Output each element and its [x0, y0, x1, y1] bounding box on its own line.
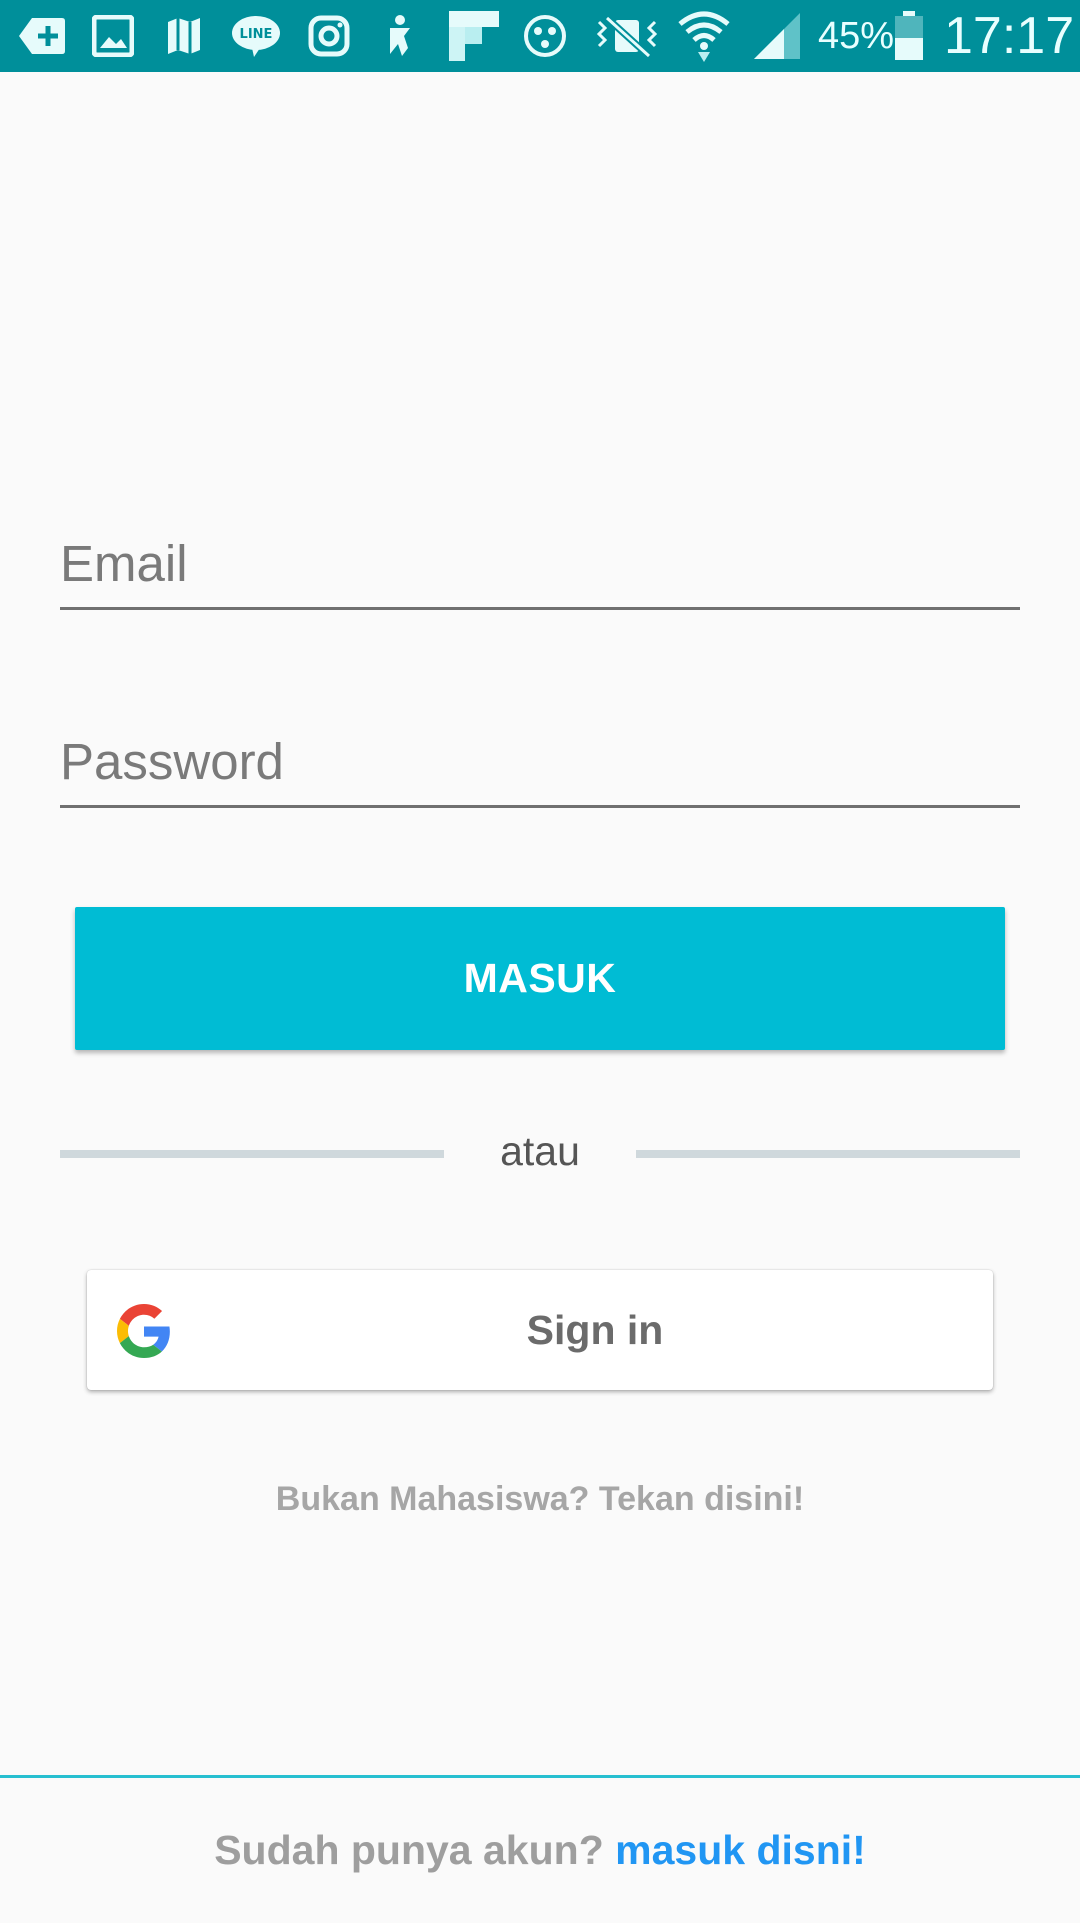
google-sign-in-label: Sign in	[526, 1307, 664, 1353]
divider-line-left	[60, 1150, 444, 1158]
status-bar: LINE 45% 17:17	[0, 0, 1080, 72]
non-student-link[interactable]: Bukan Mahasiswa? Tekan disini!	[0, 1480, 1080, 1519]
add-notification-icon	[16, 0, 68, 72]
footer-bar: Sudah punya akun? masuk disni!	[0, 1775, 1080, 1923]
app-icon	[522, 0, 568, 72]
google-sign-in-button[interactable]: Sign in	[87, 1270, 993, 1390]
wifi-icon	[676, 0, 732, 72]
password-field-container	[60, 732, 1020, 808]
maps-icon	[164, 0, 204, 72]
signal-icon	[750, 0, 804, 72]
email-field[interactable]	[60, 534, 1020, 593]
instagram-icon	[306, 0, 352, 72]
line-icon: LINE	[228, 0, 284, 72]
battery-percent: 45%	[818, 15, 895, 57]
accessibility-icon	[380, 0, 420, 72]
divider-label: atau	[500, 1128, 580, 1174]
flipboard-icon	[448, 0, 500, 72]
svg-text:LINE: LINE	[240, 27, 273, 42]
divider-line-right	[636, 1150, 1020, 1158]
footer-text: Sudah punya akun? masuk disni!	[0, 1827, 1080, 1874]
clock: 17:17	[944, 7, 1075, 65]
mute-vibrate-icon	[592, 0, 664, 72]
login-link[interactable]: masuk disni!	[615, 1827, 866, 1873]
password-field[interactable]	[60, 732, 1020, 791]
login-button[interactable]: MASUK	[75, 907, 1005, 1050]
gallery-icon	[90, 0, 136, 72]
battery-icon	[892, 0, 926, 72]
footer-prompt: Sudah punya akun?	[214, 1827, 604, 1873]
email-field-container	[60, 534, 1020, 610]
